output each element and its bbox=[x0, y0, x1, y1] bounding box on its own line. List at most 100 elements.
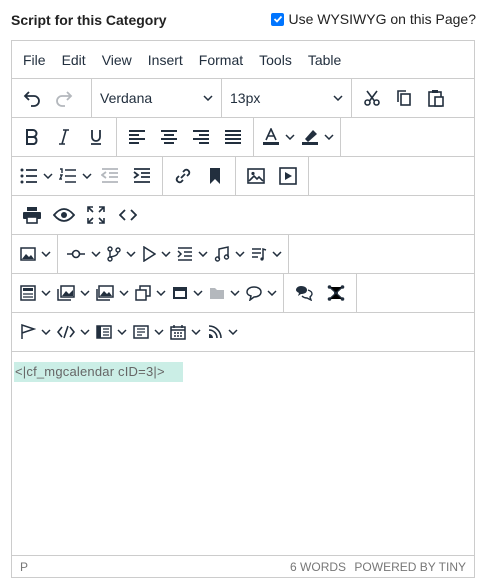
insert-link-button[interactable] bbox=[167, 160, 199, 192]
branch-button[interactable] bbox=[103, 238, 138, 270]
copy-button[interactable] bbox=[388, 82, 420, 114]
windows-button[interactable] bbox=[131, 277, 168, 309]
bold-button[interactable] bbox=[16, 121, 48, 153]
chevron-down-icon bbox=[41, 290, 51, 296]
menu-insert[interactable]: Insert bbox=[140, 41, 191, 79]
window-block-icon bbox=[173, 287, 187, 299]
sidebar-layout-icon bbox=[96, 325, 112, 339]
chevron-down-icon bbox=[193, 290, 203, 296]
wysiwyg-label: Use WYSIWYG on this Page? bbox=[288, 11, 476, 27]
chevron-down-icon bbox=[191, 329, 201, 335]
menu-file[interactable]: File bbox=[15, 41, 54, 79]
highlight-color-button[interactable] bbox=[297, 121, 336, 153]
align-justify-button[interactable] bbox=[217, 121, 249, 153]
chevron-down-icon bbox=[272, 251, 282, 257]
fullscreen-button[interactable] bbox=[80, 199, 112, 231]
bullet-list-button[interactable] bbox=[16, 160, 55, 192]
toolbar-row-5 bbox=[12, 235, 474, 274]
chevron-down-icon bbox=[156, 290, 166, 296]
insert-media-button[interactable] bbox=[272, 160, 304, 192]
chevron-down-icon bbox=[82, 173, 92, 179]
chevron-down-icon bbox=[333, 95, 343, 101]
menu-edit[interactable]: Edit bbox=[54, 41, 94, 79]
preview-button[interactable] bbox=[48, 199, 80, 231]
underline-button[interactable] bbox=[80, 121, 112, 153]
comment-button[interactable] bbox=[242, 277, 279, 309]
menubar: File Edit View Insert Format Tools Table bbox=[12, 41, 474, 79]
folder-button[interactable] bbox=[205, 277, 242, 309]
align-right-button[interactable] bbox=[185, 121, 217, 153]
indent-icon bbox=[133, 168, 150, 183]
menu-format[interactable]: Format bbox=[191, 41, 251, 79]
wysiwyg-checkbox[interactable] bbox=[271, 12, 285, 26]
word-count[interactable]: 6 WORDS bbox=[290, 560, 346, 574]
folder-icon bbox=[210, 288, 224, 299]
toolbar-row-6 bbox=[12, 274, 474, 313]
chevron-down-icon bbox=[117, 329, 127, 335]
menu-table[interactable]: Table bbox=[300, 41, 349, 79]
toolbar-row-2 bbox=[12, 118, 474, 157]
align-center-button[interactable] bbox=[153, 121, 185, 153]
news-button[interactable] bbox=[16, 277, 53, 309]
photo-album-button[interactable] bbox=[53, 277, 92, 309]
chevron-down-icon bbox=[230, 290, 240, 296]
editor-content[interactable]: <|cf_mgcalendar cID=3|> bbox=[12, 352, 474, 557]
chevron-down-icon bbox=[267, 290, 277, 296]
print-button[interactable] bbox=[16, 199, 48, 231]
text-color-button[interactable] bbox=[258, 121, 297, 153]
font-size-value: 13px bbox=[230, 90, 261, 106]
bold-icon bbox=[26, 129, 38, 145]
network-button[interactable] bbox=[320, 277, 352, 309]
wysiwyg-toggle[interactable]: Use WYSIWYG on this Page? bbox=[271, 11, 476, 27]
font-family-select[interactable]: Verdana bbox=[92, 79, 222, 117]
sidebar-layout-button[interactable] bbox=[92, 316, 129, 348]
indent-list-icon bbox=[177, 247, 192, 261]
italic-button[interactable] bbox=[48, 121, 80, 153]
outdent-button[interactable] bbox=[94, 160, 126, 192]
commit-button[interactable] bbox=[62, 238, 103, 270]
insert-image-button[interactable] bbox=[240, 160, 272, 192]
font-size-select[interactable]: 13px bbox=[222, 79, 352, 117]
chevron-down-icon bbox=[154, 329, 164, 335]
align-left-button[interactable] bbox=[121, 121, 153, 153]
source-code-button[interactable] bbox=[112, 199, 144, 231]
anchor-button[interactable] bbox=[199, 160, 231, 192]
indent-list-button[interactable] bbox=[173, 238, 210, 270]
undo-button[interactable] bbox=[16, 82, 48, 114]
powered-by-link[interactable]: POWERED BY TINY bbox=[354, 560, 466, 574]
chat-button[interactable] bbox=[288, 277, 320, 309]
paste-button[interactable] bbox=[420, 82, 452, 114]
calendar-button[interactable] bbox=[166, 316, 203, 348]
feed-button[interactable] bbox=[203, 316, 240, 348]
image-options-button[interactable] bbox=[16, 238, 53, 270]
status-bar: P 6 WORDS POWERED BY TINY bbox=[12, 555, 474, 577]
redo-button[interactable] bbox=[48, 82, 80, 114]
gallery-button[interactable] bbox=[92, 277, 131, 309]
element-path[interactable]: P bbox=[20, 560, 28, 574]
window-block-button[interactable] bbox=[168, 277, 205, 309]
code-icon bbox=[119, 209, 137, 221]
menu-tools[interactable]: Tools bbox=[251, 41, 300, 79]
gallery-icon bbox=[96, 285, 114, 301]
flag-button[interactable] bbox=[16, 316, 53, 348]
code-snippet-button[interactable] bbox=[53, 316, 92, 348]
cut-button[interactable] bbox=[356, 82, 388, 114]
chevron-down-icon bbox=[198, 251, 208, 257]
playlist-button[interactable] bbox=[247, 238, 284, 270]
chevron-down-icon bbox=[80, 290, 90, 296]
bullet-list-icon bbox=[20, 168, 37, 184]
indent-button[interactable] bbox=[126, 160, 158, 192]
numbered-list-button[interactable] bbox=[55, 160, 94, 192]
chevron-down-icon bbox=[161, 251, 171, 257]
image-icon bbox=[247, 168, 265, 184]
form-button[interactable] bbox=[129, 316, 166, 348]
chevron-down-icon bbox=[91, 251, 101, 257]
chevron-down-icon bbox=[324, 134, 334, 140]
chevron-down-icon bbox=[119, 290, 129, 296]
align-center-icon bbox=[161, 130, 177, 144]
menu-view[interactable]: View bbox=[94, 41, 140, 79]
chevron-down-icon bbox=[126, 251, 136, 257]
audio-button[interactable] bbox=[210, 238, 247, 270]
play-button[interactable] bbox=[138, 238, 173, 270]
chat-icon bbox=[296, 286, 313, 301]
